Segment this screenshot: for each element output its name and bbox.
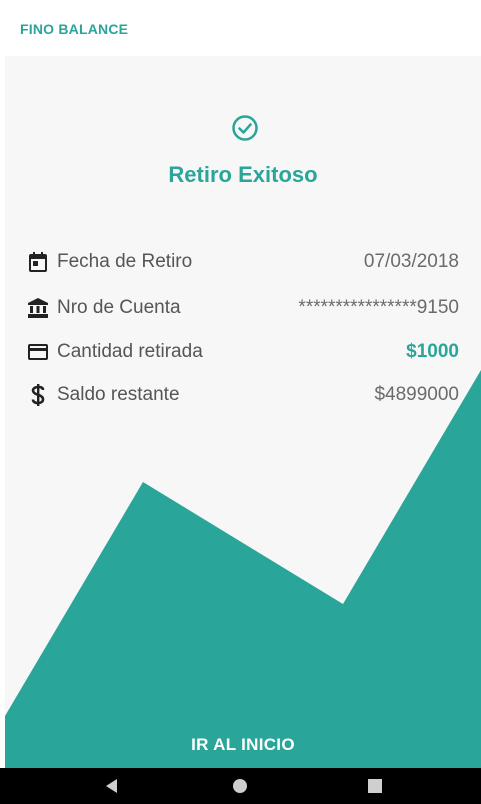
recents-icon[interactable] [367,778,383,794]
go-home-button[interactable]: IR AL INICIO [5,722,481,768]
detail-value: $1000 [406,341,459,362]
detail-value: $4899000 [374,384,459,405]
result-card: Retiro Exitoso Fecha de Retiro 07/03/201… [5,56,481,768]
back-icon[interactable] [104,778,120,794]
result-title: Retiro Exitoso [168,162,318,187]
calendar-icon [27,251,49,273]
detail-row-date: Fecha de Retiro 07/03/2018 [27,247,459,277]
bank-icon [27,297,49,319]
detail-row-amount: Cantidad retirada $1000 [27,337,459,367]
detail-value: ****************9150 [298,297,459,318]
detail-value: 07/03/2018 [363,251,459,272]
check-circle-icon [232,115,258,141]
detail-label: Saldo restante [57,384,180,405]
detail-label: Fecha de Retiro [57,251,193,272]
detail-label: Nro de Cuenta [57,297,181,318]
home-icon[interactable] [232,778,248,794]
system-nav-bar [0,768,481,804]
detail-row-balance: Saldo restante $4899000 [27,380,459,410]
app-title: FINO BALANCE [20,21,129,37]
dollar-icon [27,384,49,406]
detail-row-account: Nro de Cuenta ****************9150 [27,293,459,323]
detail-label: Cantidad retirada [57,341,203,362]
app-bar: FINO BALANCE [0,0,481,56]
credit-card-icon [27,341,49,363]
